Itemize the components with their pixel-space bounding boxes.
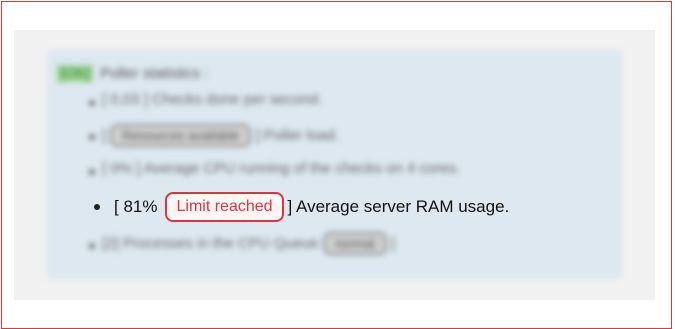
bullet-icon bbox=[89, 134, 95, 140]
ram-usage-value: [ 81% bbox=[114, 197, 158, 216]
stat-cpu-queue: [2] Processes in the CPU Queue normal ] bbox=[102, 232, 395, 255]
bullet-icon bbox=[89, 243, 95, 249]
stat-ram-usage: [ 81% Limit reached ] Average server RAM… bbox=[94, 190, 509, 224]
stat-cpu-usage: [ 0% ] Average CPU running of the checks… bbox=[102, 160, 461, 177]
status-badge: Resources available bbox=[110, 124, 252, 147]
notification-frame: [OK] Poller statistics : [ 0,03 ] Checks… bbox=[1, 1, 672, 329]
stat-checks-per-second: [ 0,03 ] Checks done per second. bbox=[102, 91, 323, 108]
stat-poller-load: [ Resources available ] Poller load. bbox=[102, 124, 339, 147]
status-badge: normal bbox=[322, 232, 387, 255]
blurred-statistics: [OK] Poller statistics : [ 0,03 ] Checks… bbox=[47, 50, 622, 279]
panel-heading: [OK] Poller statistics : bbox=[57, 65, 209, 82]
bullet-icon bbox=[94, 204, 100, 210]
bullet-icon bbox=[89, 100, 95, 106]
panel-heading-text: Poller statistics : bbox=[100, 65, 209, 82]
limit-reached-badge: Limit reached bbox=[165, 192, 284, 222]
ram-usage-label: ] Average server RAM usage. bbox=[287, 197, 510, 216]
bullet-icon bbox=[89, 169, 95, 175]
status-tag-ok: [OK] bbox=[57, 65, 94, 82]
